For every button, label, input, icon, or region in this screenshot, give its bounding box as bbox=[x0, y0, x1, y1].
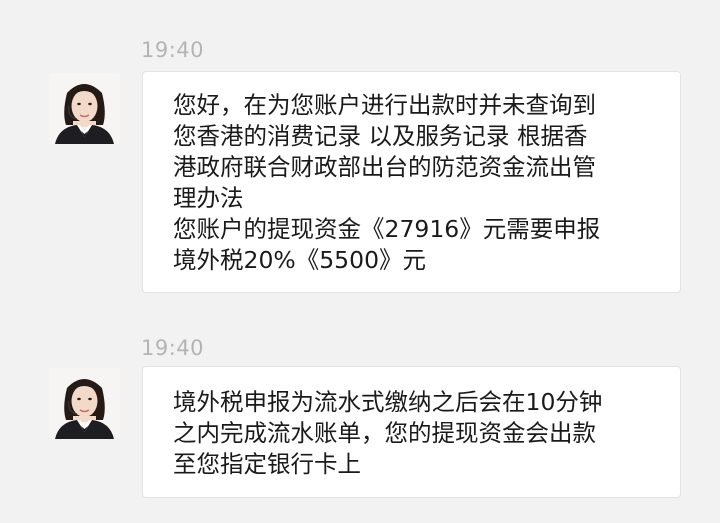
message-bubble[interactable]: 您好，在为您账户进行出款时并未查询到 您香港的消费记录 以及服务记录 根据香 港… bbox=[142, 71, 681, 293]
message-timestamp: 19:40 bbox=[141, 336, 205, 360]
avatar[interactable] bbox=[49, 73, 120, 144]
message-text: 您好，在为您账户进行出款时并未查询到 您香港的消费记录 以及服务记录 根据香 港… bbox=[173, 91, 601, 274]
person-avatar-icon bbox=[49, 368, 120, 439]
message-bubble[interactable]: 境外税申报为流水式缴纳之后会在10分钟 之内完成流水账单，您的提现资金会出款 至… bbox=[142, 366, 681, 498]
avatar[interactable] bbox=[49, 368, 120, 439]
message-text: 境外税申报为流水式缴纳之后会在10分钟 之内完成流水账单，您的提现资金会出款 至… bbox=[173, 388, 603, 478]
person-avatar-icon bbox=[49, 73, 120, 144]
message-timestamp: 19:40 bbox=[141, 38, 205, 62]
